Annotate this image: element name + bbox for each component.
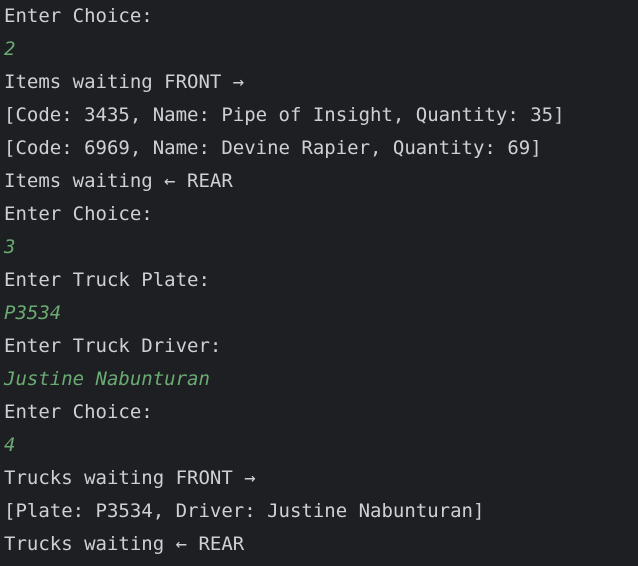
trucks-queue-rear-label: Trucks waiting ← REAR [4, 533, 245, 555]
item-record: [Code: 3435, Name: Pipe of Insight, Quan… [4, 104, 565, 126]
prompt-enter-choice: Enter Choice: [4, 5, 153, 27]
user-input-driver: Justine Nabunturan [4, 368, 210, 390]
prompt-truck-driver: Enter Truck Driver: [4, 335, 222, 357]
user-input-choice: 4 [4, 434, 16, 456]
prompt-enter-choice: Enter Choice: [4, 203, 153, 225]
user-input-choice: 2 [4, 38, 16, 60]
prompt-truck-plate: Enter Truck Plate: [4, 269, 210, 291]
trucks-queue-front-label: Trucks waiting FRONT → [4, 467, 256, 489]
items-queue-rear-label: Items waiting ← REAR [4, 170, 233, 192]
prompt-enter-choice: Enter Choice: [4, 401, 153, 423]
truck-record: [Plate: P3534, Driver: Justine Nabuntura… [4, 500, 485, 522]
user-input-choice: 3 [4, 236, 16, 258]
user-input-plate: P3534 [4, 302, 62, 324]
items-queue-front-label: Items waiting FRONT → [4, 71, 245, 93]
item-record: [Code: 6969, Name: Devine Rapier, Quanti… [4, 137, 542, 159]
console-output[interactable]: Enter Choice: 2 Items waiting FRONT → [C… [0, 0, 638, 566]
